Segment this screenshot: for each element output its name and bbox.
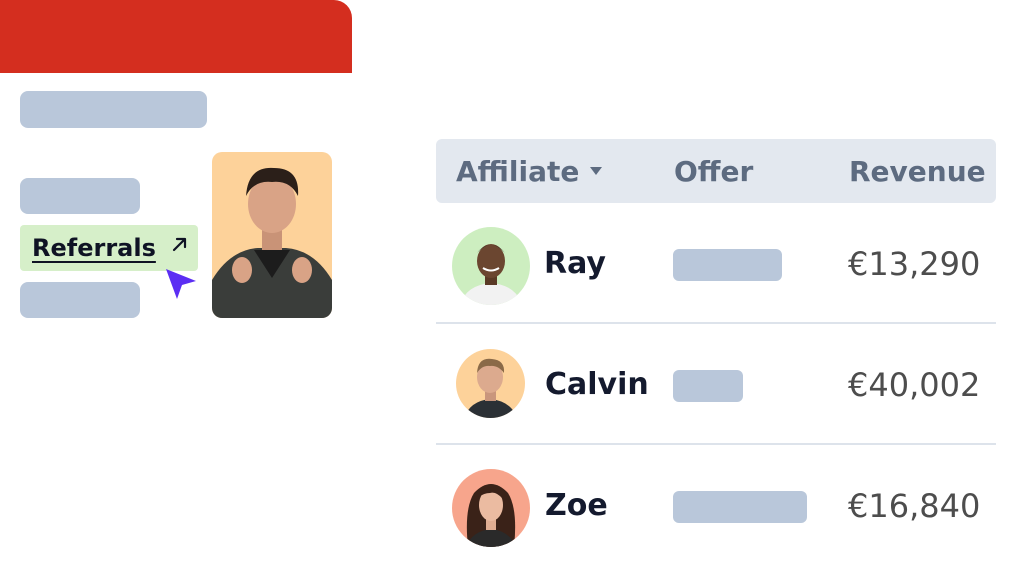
offer-placeholder: [673, 249, 782, 281]
affiliate-name: Ray: [544, 246, 606, 281]
affiliate-name: Calvin: [545, 367, 649, 402]
external-arrow-icon: [172, 237, 187, 252]
table-header: Affiliate Offer Revenue: [436, 139, 996, 203]
offer-placeholder: [673, 370, 743, 402]
revenue-value: €40,002: [848, 365, 981, 404]
affiliate-name: Zoe: [545, 488, 608, 523]
header-bar: [0, 0, 352, 73]
sidebar-item-placeholder[interactable]: [20, 282, 140, 318]
revenue-value: €16,840: [848, 486, 981, 525]
table-row[interactable]: Zoe €16,840: [436, 445, 996, 566]
revenue-value: €13,290: [848, 244, 981, 283]
offer-placeholder: [673, 491, 807, 523]
column-header-label: Affiliate: [456, 154, 580, 188]
column-header-revenue[interactable]: Revenue: [849, 139, 986, 203]
profile-photo: [212, 152, 332, 318]
table-row[interactable]: Calvin €40,002: [436, 324, 996, 445]
avatar: [452, 227, 530, 305]
avatar: [452, 469, 530, 547]
cursor-pointer-icon: [166, 269, 196, 299]
sidebar-item-placeholder[interactable]: [20, 178, 140, 214]
caret-down-icon: [590, 167, 603, 175]
sidebar-item-label: Referrals: [32, 234, 156, 262]
column-header-affiliate[interactable]: Affiliate: [456, 139, 603, 203]
column-header-offer[interactable]: Offer: [674, 139, 753, 203]
sidebar-title-placeholder: [20, 91, 207, 128]
avatar: [456, 349, 525, 418]
table-row[interactable]: Ray €13,290: [436, 203, 996, 324]
